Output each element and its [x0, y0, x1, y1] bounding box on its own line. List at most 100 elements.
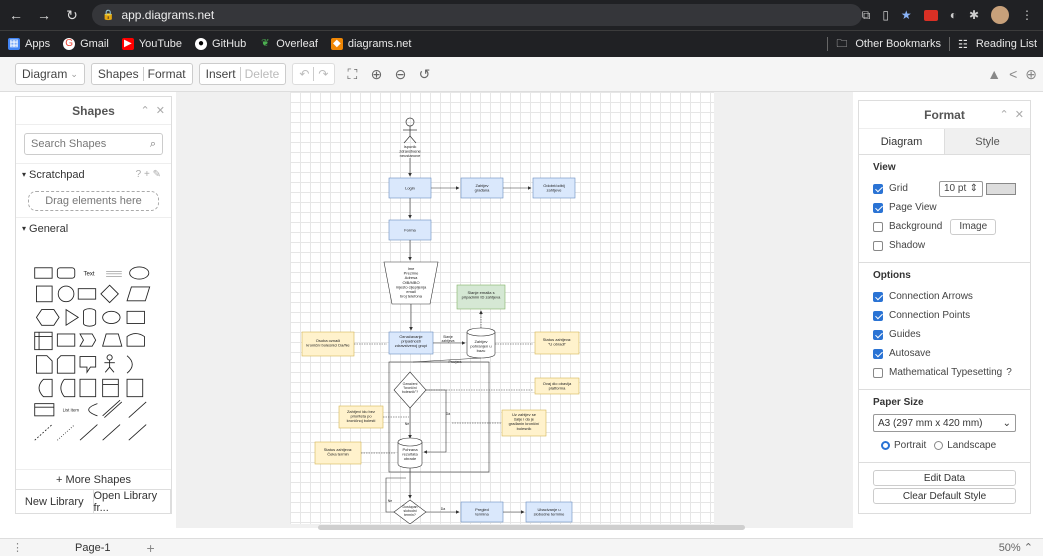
- zoom-level[interactable]: 50% ⌃: [999, 541, 1043, 554]
- bookmark-overleaf[interactable]: ❦ Overleaf: [259, 38, 318, 50]
- url-bar[interactable]: 🔒 app.diagrams.net: [92, 4, 862, 26]
- connection-arrows-option[interactable]: Connection Arrows: [873, 287, 1016, 306]
- connection-arrows-checkbox[interactable]: [873, 291, 883, 302]
- image-button[interactable]: Image: [950, 218, 997, 235]
- panel-controls[interactable]: ⌃ ✕: [140, 104, 165, 117]
- edit-data-button[interactable]: Edit Data: [873, 470, 1016, 486]
- back-icon[interactable]: ←: [6, 7, 26, 24]
- diagram-page[interactable]: Ispunik zdravstvene neustanove Login Zahtj…: [290, 92, 714, 524]
- zoom-in-icon[interactable]: ⊕: [365, 63, 387, 85]
- background-option[interactable]: Background Image: [873, 217, 1016, 236]
- tab-diagram[interactable]: Diagram: [859, 129, 944, 154]
- redo-icon[interactable]: ↷: [318, 67, 328, 81]
- bookmark-youtube[interactable]: ▶ YouTube: [121, 38, 182, 50]
- zahtjev-gradana-label: Zahtjev građana: [475, 183, 490, 193]
- grid-option[interactable]: Grid 10 pt ⇕: [873, 179, 1016, 198]
- bookmarks-bar: ▦ Apps G Gmail ▶ YouTube ● GitHub ❦ Overleaf …: [0, 30, 1043, 57]
- bookmark-diagrams[interactable]: ◆ diagrams.net: [330, 38, 411, 50]
- paper-size-section: Paper Size A3 (297 mm x 420 mm) ⌄ Portra…: [859, 390, 1030, 463]
- profile-avatar[interactable]: [991, 6, 1009, 24]
- open-library-button[interactable]: Open Library fr...: [94, 490, 171, 514]
- globe-icon[interactable]: ⊕: [1025, 66, 1037, 83]
- notification-icon[interactable]: ▲: [987, 66, 1001, 83]
- actor-icon[interactable]: [403, 117, 417, 144]
- extension-icon[interactable]: ⧉: [862, 8, 871, 23]
- toolbar-divider: [239, 67, 241, 81]
- undo-icon[interactable]: ↶: [299, 67, 309, 81]
- edit-group: Insert Delete: [198, 63, 287, 85]
- search-icon[interactable]: ⌕: [150, 138, 156, 151]
- connector[interactable]: [423, 389, 447, 454]
- insert-button[interactable]: Insert: [206, 67, 236, 81]
- extension-red-icon[interactable]: [923, 9, 938, 21]
- format-tabs: Diagram Style: [859, 129, 1030, 155]
- share-icon[interactable]: <: [1009, 66, 1017, 83]
- portrait-radio[interactable]: [881, 441, 890, 450]
- scratchpad-header[interactable]: ▾ Scratchpad ? + ✎: [16, 163, 171, 185]
- page-tab[interactable]: Page-1: [75, 542, 110, 554]
- bookmark-gmail[interactable]: G Gmail: [63, 38, 109, 50]
- panel-controls[interactable]: ⌃ ✕: [999, 108, 1024, 121]
- format-toggle[interactable]: Format: [148, 67, 186, 81]
- format-panel: Format ⌃ ✕ Diagram Style View Grid 10 pt…: [858, 100, 1031, 514]
- page-view-option[interactable]: Page View: [873, 198, 1016, 217]
- shadow-checkbox[interactable]: [873, 240, 883, 251]
- tab-style[interactable]: Style: [944, 129, 1030, 154]
- background-checkbox[interactable]: [873, 221, 883, 232]
- more-shapes-button[interactable]: + More Shapes: [16, 469, 171, 489]
- autosave-option[interactable]: Autosave: [873, 344, 1016, 363]
- folder-icon: 🗀: [836, 37, 848, 50]
- url-text: app.diagrams.net: [121, 8, 215, 22]
- paper-size-select[interactable]: A3 (297 mm x 420 mm) ⌄: [873, 414, 1016, 432]
- page-view-checkbox[interactable]: [873, 202, 883, 213]
- scratchpad-drop-zone[interactable]: Drag elements here: [28, 191, 159, 211]
- delete-button[interactable]: Delete: [245, 67, 280, 81]
- horizontal-scrollbar[interactable]: [318, 525, 745, 530]
- forward-icon[interactable]: →: [34, 7, 54, 24]
- new-library-button[interactable]: New Library: [16, 490, 94, 513]
- puzzle-icon[interactable]: ✱: [969, 8, 979, 22]
- page-icon[interactable]: ▯: [882, 8, 889, 22]
- search-shapes-input[interactable]: Search Shapes ⌕: [24, 133, 163, 155]
- scratchpad-actions[interactable]: ? + ✎: [136, 169, 161, 180]
- pages-menu-icon[interactable]: ⋮: [0, 541, 35, 554]
- math-checkbox[interactable]: [873, 367, 883, 378]
- bookmark-github[interactable]: ● GitHub: [195, 38, 246, 50]
- shapes-toggle[interactable]: Shapes: [98, 67, 139, 81]
- reload-icon[interactable]: ↻: [62, 7, 82, 24]
- ne-label: Ne: [388, 499, 393, 503]
- general-header[interactable]: ▾ General: [16, 217, 171, 239]
- stepper-icon: ⇕: [969, 183, 978, 194]
- clear-default-style-button[interactable]: Clear Default Style: [873, 488, 1016, 504]
- star-icon[interactable]: ★: [901, 8, 912, 22]
- menu-icon[interactable]: ⋮: [1021, 8, 1033, 22]
- oznaceni-label: Označeni "kroniční bolesnik"?: [402, 382, 418, 394]
- guides-checkbox[interactable]: [873, 329, 883, 340]
- history-icon[interactable]: ↺: [413, 63, 435, 85]
- da-label: Da: [446, 412, 451, 416]
- fit-icon[interactable]: ⛶: [341, 63, 363, 85]
- shadow-option[interactable]: Shadow: [873, 236, 1016, 255]
- guides-option[interactable]: Guides: [873, 325, 1016, 344]
- grid-color-swatch[interactable]: [986, 182, 1016, 195]
- chevron-down-icon: ⌄: [1002, 417, 1011, 429]
- connector[interactable]: [412, 357, 482, 363]
- landscape-radio[interactable]: [934, 441, 944, 450]
- extension-moon-icon[interactable]: ◐: [950, 8, 957, 22]
- help-icon[interactable]: ?: [1006, 367, 1012, 378]
- autosave-checkbox[interactable]: [873, 348, 883, 359]
- connection-points-option[interactable]: Connection Points: [873, 306, 1016, 325]
- zoom-out-icon[interactable]: ⊖: [389, 63, 411, 85]
- format-panel-title: Format: [924, 107, 965, 122]
- grid-size-input[interactable]: 10 pt ⇕: [939, 180, 983, 197]
- math-option[interactable]: Mathematical Typesetting?: [873, 363, 1016, 382]
- bookmark-apps[interactable]: ▦ Apps: [8, 38, 50, 50]
- reading-list[interactable]: Reading List: [976, 38, 1037, 50]
- general-shapes-grid[interactable]: Text List Item: [16, 239, 171, 469]
- diagram-menu[interactable]: Diagram ⌄: [15, 63, 85, 85]
- connection-points-checkbox[interactable]: [873, 310, 883, 321]
- grid-checkbox[interactable]: [873, 183, 883, 194]
- lock-icon: 🔒: [102, 9, 115, 21]
- add-page-icon[interactable]: +: [146, 540, 154, 556]
- other-bookmarks[interactable]: Other Bookmarks: [855, 38, 941, 50]
